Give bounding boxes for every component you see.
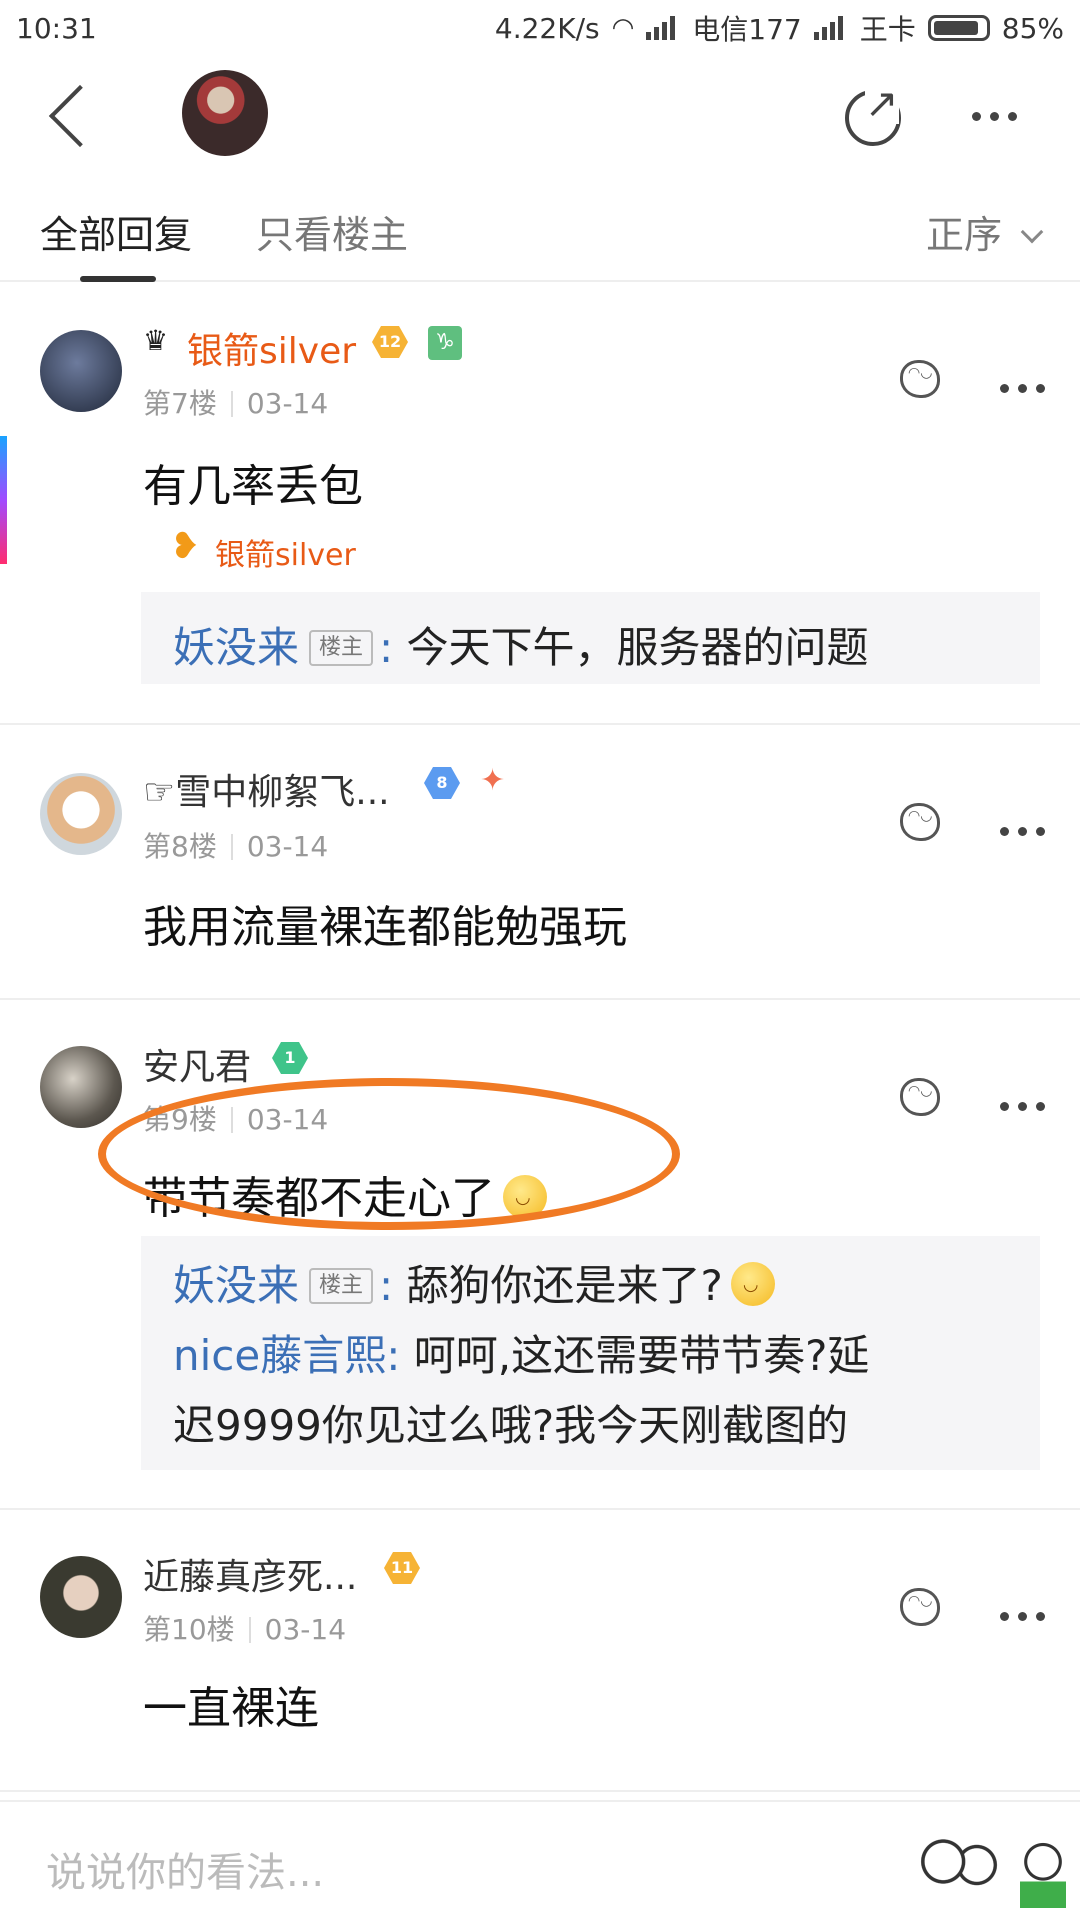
post-content: 有几率丢包 [143,461,363,512]
zodiac-icon: ♑ [428,326,462,360]
username[interactable]: ☞雪中柳絮飞... [143,763,390,815]
reply-item-continued[interactable]: 迟9999你见过么哦?我今天刚截图的 [141,1392,1040,1462]
network-speed: 4.22K/s [494,11,600,45]
post-floor-9: 安凡君 1 第9楼03-14 带节奏都不走心了 妖没来楼主: 舔狗你还是来了? … [0,1000,1080,1510]
reply-item[interactable]: 妖没来 楼主: 舔狗你还是来了? [141,1252,1040,1322]
sub-user[interactable]: 银箭silver [215,530,356,574]
share-icon[interactable] [845,84,901,146]
reply-item[interactable]: 妖没来 楼主: 今天下午，服务器的问题 [141,614,1040,675]
floor-number: 第7楼 [143,387,217,420]
like-icon[interactable] [900,803,940,841]
sort-label: 正序 [925,213,1002,257]
sticker-icon[interactable] [918,1830,1002,1900]
op-tag: 楼主 [309,1268,374,1304]
status-time: 10:31 [16,11,97,45]
crown-icon: ♛ [143,324,169,357]
more-icon[interactable] [1000,378,1056,397]
flame-icon: ❥ [170,526,201,567]
avatar[interactable] [40,330,122,412]
tab-all-replies[interactable]: 全部回复 [40,204,192,259]
tab-op-only[interactable]: 只看楼主 [256,204,408,259]
reply-box: 妖没来楼主: 舔狗你还是来了? nice藤言熙: 呵呵,这还需要带节奏?延 迟9… [141,1236,1040,1470]
gamepad-icon: ✦ [480,763,506,798]
thread-avatar[interactable] [182,70,268,156]
sort-dropdown[interactable]: 正序 [925,204,1044,259]
back-icon[interactable] [48,84,112,148]
top-nav [0,56,1080,176]
reply-text: 呵呵,这还需要带节奏?延 [413,1331,870,1380]
more-icon[interactable] [972,106,1028,121]
more-icon[interactable] [1000,1606,1056,1625]
wifi-icon: ◠ [611,13,635,43]
battery-icon [927,15,990,41]
reply-text: 今天下午，服务器的问题 [406,623,869,672]
more-icon[interactable] [1000,1096,1056,1115]
battery-percent: 85% [1001,11,1064,45]
avatar[interactable] [40,773,122,855]
reply-tabs: 全部回复 只看楼主 正序 [0,176,1080,282]
post-floor-10: 近藤真彦死... 11 第10楼 03-14 一直裸连 [0,1510,1080,1792]
avatar[interactable] [40,1556,122,1638]
like-icon[interactable] [900,360,940,398]
highlight-circle-annotation [98,1078,680,1230]
post-meta: 第10楼 03-14 [143,1608,346,1648]
carrier-1: 电信177 [692,13,802,46]
post-meta: 第8楼 03-14 [143,825,328,865]
level-badge: 12 [372,326,408,358]
reply-name[interactable]: 妖没来 [173,623,299,672]
reply-text: 舔狗你还是来了? [406,1261,723,1310]
op-tag: 楼主 [309,630,374,666]
like-icon[interactable] [900,1078,940,1116]
post-date: 03-14 [246,387,329,420]
like-icon[interactable] [900,1588,940,1626]
reply-name[interactable]: 妖没来 [173,1261,299,1310]
username[interactable]: 安凡君 [143,1038,251,1090]
post-floor-7: ♛ 银箭silver 12 ♑ 第7楼 03-14 有几率丢包 ❥ 银箭silve… [0,282,1080,725]
post-content: 一直裸连 [143,1683,319,1734]
floor-number: 第8楼 [143,830,217,863]
carrier-2: 王卡 [859,13,916,46]
status-right: 4.22K/s ◠ 电信177 王卡 85% [495,8,1064,48]
level-badge: 11 [384,1552,420,1584]
avatar[interactable] [40,1046,122,1128]
username[interactable]: 近藤真彦死... [143,1548,357,1600]
comment-input[interactable]: 说说你的看法... [46,1840,324,1898]
comment-bar: 说说你的看法... [0,1800,1080,1920]
post-content: 我用流量裸连都能勉强玩 [143,902,627,953]
more-icon[interactable] [1000,821,1056,840]
level-badge: 1 [272,1042,308,1074]
post-date: 03-14 [264,1613,347,1646]
post-date: 03-14 [246,830,329,863]
reply-name[interactable]: nice藤言熙 [173,1331,386,1380]
sticker-icon-2[interactable] [1020,1842,1066,1908]
status-bar: 10:31 4.22K/s ◠ 电信177 王卡 85% [0,0,1080,56]
level-badge: 8 [424,767,460,799]
post-meta: 第7楼 03-14 [143,382,328,422]
chevron-down-icon [1020,220,1044,244]
signal-icon [646,16,680,40]
reply-item[interactable]: nice藤言熙: 呵呵,这还需要带节奏?延 [141,1322,1040,1392]
tongue-emoji-icon [730,1262,775,1306]
floor-number: 第10楼 [143,1613,235,1646]
reply-box: 妖没来 楼主: 今天下午，服务器的问题 [141,592,1040,684]
signal-icon-2 [813,16,848,40]
post-floor-8: ☞雪中柳絮飞... 8 ✦ 第8楼 03-14 我用流量裸连都能勉强玩 [0,725,1080,1000]
username[interactable]: 银箭silver [187,322,356,374]
reply-text: 迟9999你见过么哦?我今天刚截图的 [173,1401,849,1450]
